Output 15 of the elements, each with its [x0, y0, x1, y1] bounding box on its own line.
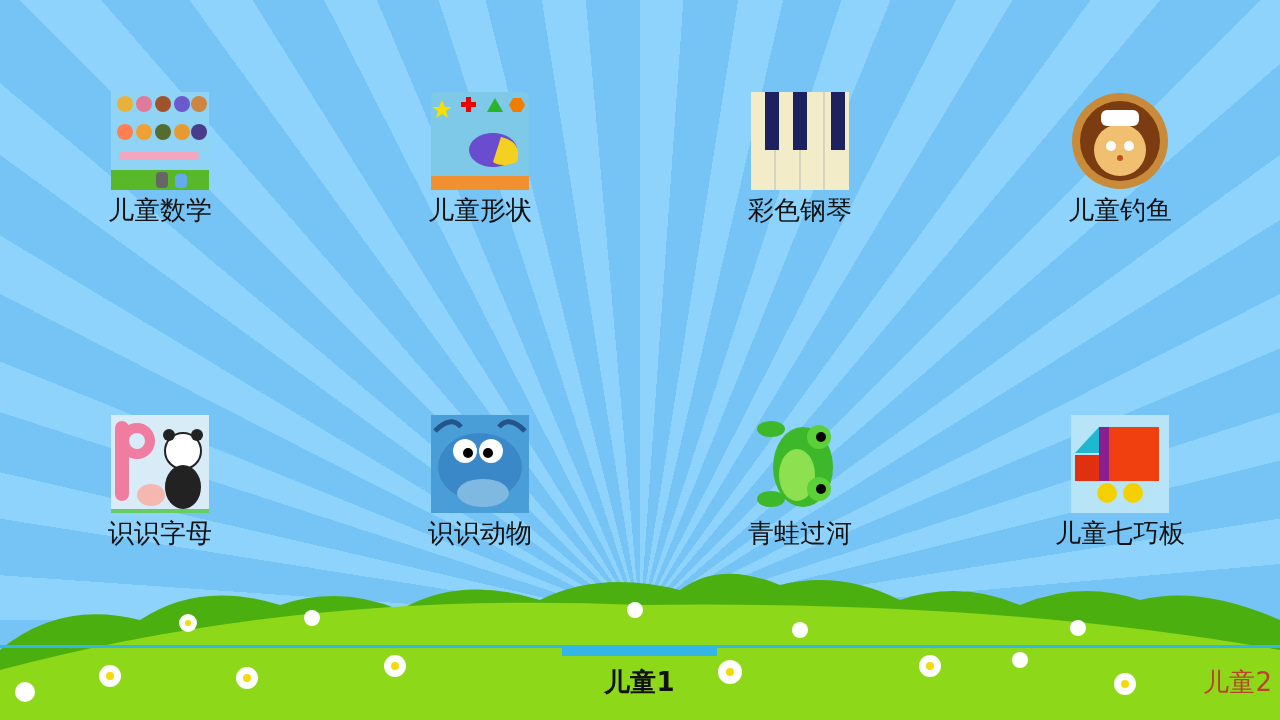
piano-keys-icon — [751, 92, 849, 190]
app-launcher[interactable]: 儿童形状 — [428, 92, 532, 227]
cat-face-icon — [1071, 92, 1169, 190]
page-tab[interactable]: 儿童1 — [562, 645, 717, 708]
app-launcher[interactable]: 儿童数学 — [108, 92, 212, 227]
panda-pig-icon — [111, 415, 209, 513]
app-launcher[interactable]: 儿童钓鱼 — [1068, 92, 1172, 227]
app-launcher[interactable]: 识识动物 — [428, 415, 532, 550]
app-launcher[interactable]: 青蛙过河 — [748, 415, 852, 550]
app-launcher[interactable]: 儿童七巧板 — [1055, 415, 1185, 550]
app-launcher[interactable]: 识识字母 — [108, 415, 212, 550]
app-launcher[interactable]: 彩色钢琴 — [748, 92, 852, 227]
cow-face-icon — [431, 415, 529, 513]
tangram-blocks-icon — [1071, 415, 1169, 513]
shapes-fish-icon — [431, 92, 529, 190]
